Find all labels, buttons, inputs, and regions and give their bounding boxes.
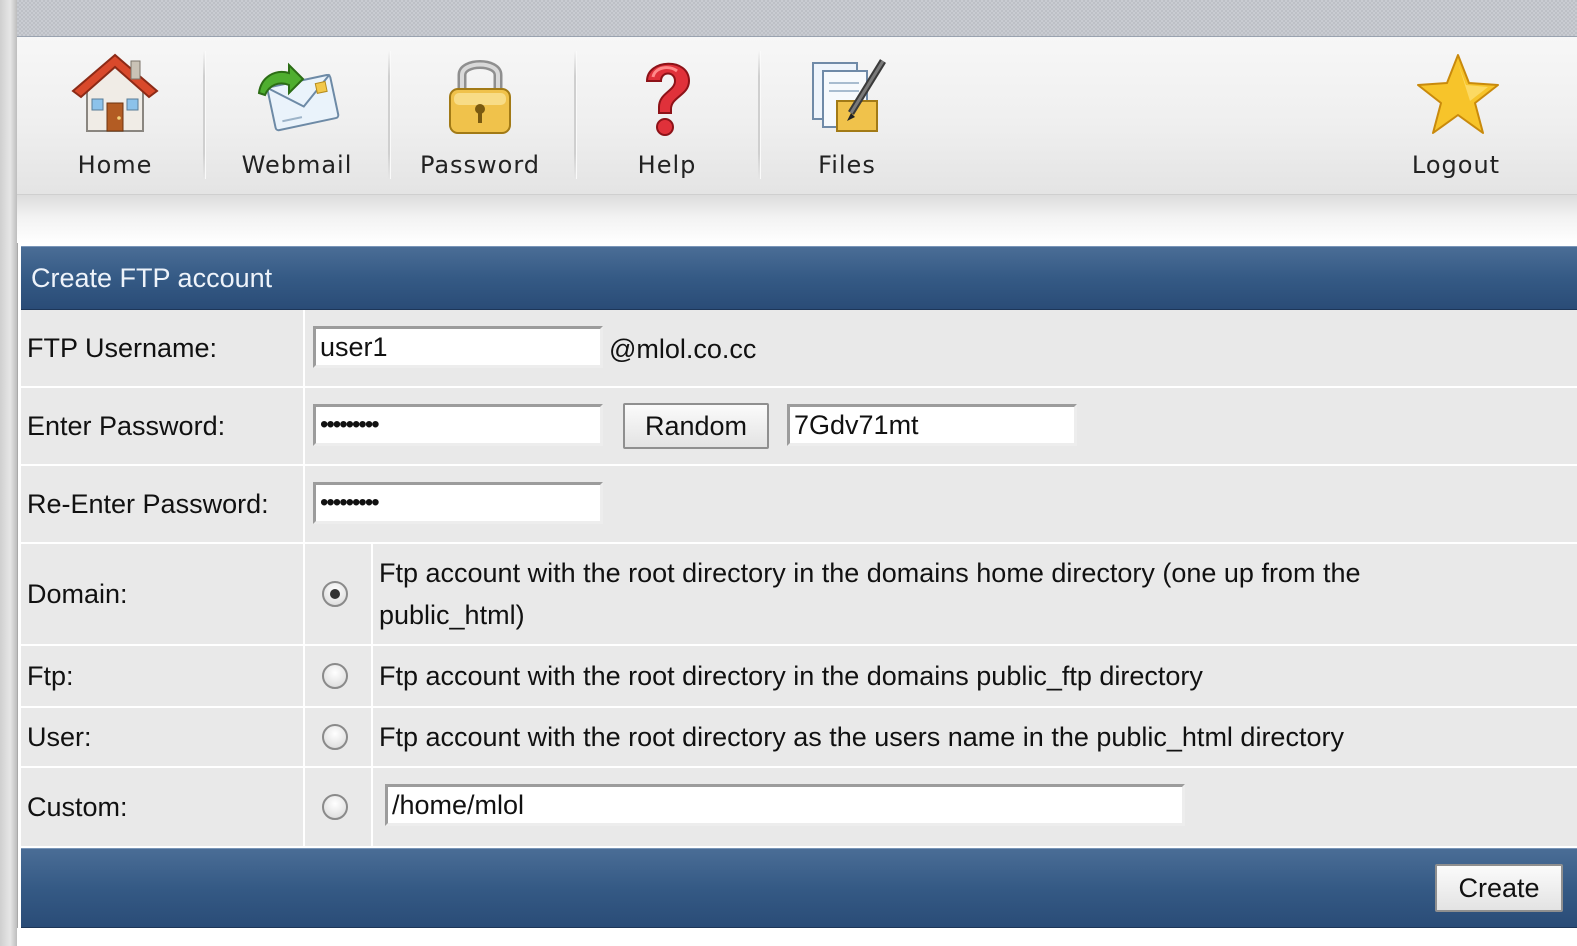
radio-ftp[interactable] — [322, 663, 348, 689]
password-input[interactable]: ••••••••• — [313, 404, 603, 446]
nav-separator — [574, 51, 577, 179]
username-row: FTP Username: user1 @mlol.co.cc — [21, 310, 1577, 388]
radio-custom[interactable] — [322, 794, 348, 820]
radio-cell — [299, 646, 373, 706]
option-row-ftp: Ftp: Ftp account with the root directory… — [21, 646, 1577, 708]
reenter-password-row: Re-Enter Password: ••••••••• — [21, 466, 1577, 544]
option-label-ftp: Ftp: — [21, 646, 305, 706]
home-icon — [71, 53, 159, 132]
radio-domain[interactable] — [322, 581, 348, 607]
nav-files-label: Files — [818, 151, 876, 179]
create-button[interactable]: Create — [1435, 864, 1563, 912]
custom-path-input[interactable]: /home/mlol — [385, 784, 1185, 826]
option-row-domain: Domain: Ftp account with the root direct… — [21, 544, 1577, 646]
reenter-password-label: Re-Enter Password: — [21, 466, 305, 542]
nav-home[interactable]: Home — [62, 37, 168, 194]
nav-webmail-label: Webmail — [241, 151, 353, 179]
nav-separator — [758, 51, 761, 179]
option-label-domain: Domain: — [21, 544, 305, 644]
nav-files[interactable]: Files — [797, 37, 897, 194]
toolbar: Home Webmail Password Help Files Logout — [17, 37, 1577, 195]
nav-password-label: Password — [419, 151, 541, 179]
ftp-username-input[interactable]: user1 — [313, 326, 603, 368]
left-frame-edge — [0, 0, 18, 946]
panel-title: Create FTP account — [31, 263, 273, 293]
generated-password-field[interactable]: 7Gdv71mt — [787, 404, 1077, 446]
files-icon — [812, 59, 886, 132]
password-label: Enter Password: — [21, 388, 305, 464]
nav-webmail[interactable]: Webmail — [239, 37, 355, 194]
panel-footer: Create — [21, 848, 1577, 929]
radio-cell — [299, 708, 373, 766]
nav-logout[interactable]: Logout — [1400, 37, 1512, 194]
password-row: Enter Password: ••••••••• Random 7Gdv71m… — [21, 388, 1577, 466]
nav-logout-label: Logout — [1411, 151, 1501, 179]
padlock-icon — [449, 60, 511, 134]
panel-header: Create FTP account — [21, 246, 1577, 311]
option-text-user: Ftp account with the root directory as t… — [379, 722, 1344, 752]
domain-suffix: @mlol.co.cc — [609, 334, 757, 364]
radio-cell — [299, 768, 373, 846]
radio-user[interactable] — [322, 724, 348, 750]
page-bottom — [17, 928, 1577, 946]
nav-help-label: Help — [637, 151, 697, 179]
nav-home-label: Home — [77, 151, 153, 179]
nav-help[interactable]: Help — [617, 37, 717, 194]
username-label: FTP Username: — [21, 310, 305, 386]
question-mark-icon — [645, 62, 691, 136]
option-row-user: User: Ftp account with the root director… — [21, 708, 1577, 768]
option-text-ftp: Ftp account with the root directory in t… — [379, 661, 1203, 691]
top-strip — [17, 0, 1577, 37]
option-label-custom: Custom: — [21, 768, 305, 846]
reenter-password-input[interactable]: ••••••••• — [313, 482, 603, 524]
webmail-icon — [257, 62, 340, 132]
random-password-button[interactable]: Random — [623, 403, 769, 449]
nav-password[interactable]: Password — [417, 37, 543, 194]
toolbar-shadow — [17, 195, 1577, 243]
radio-cell — [299, 544, 373, 644]
option-text-domain: Ftp account with the root directory in t… — [379, 558, 1361, 630]
nav-separator — [388, 51, 391, 179]
star-icon — [1417, 54, 1499, 134]
option-row-custom: Custom: /home/mlol — [21, 768, 1577, 846]
option-label-user: User: — [21, 708, 305, 766]
ftp-account-form: FTP Username: user1 @mlol.co.cc Enter Pa… — [21, 310, 1577, 846]
nav-separator — [203, 51, 206, 179]
